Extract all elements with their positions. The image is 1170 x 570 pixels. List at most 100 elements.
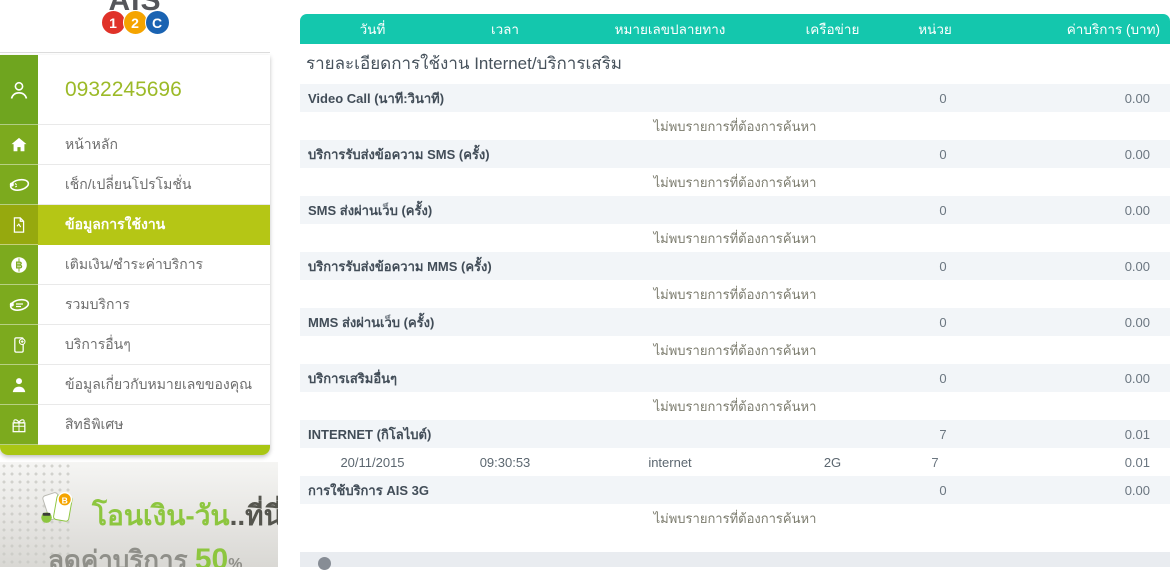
category-row: Video Call (นาที:วินาที) 0 0.00: [300, 84, 1170, 112]
category-label: บริการรับส่งข้อความ MMS (ครั้ง): [308, 258, 492, 274]
category-charge: 0.00: [1124, 258, 1150, 274]
sidebar-item-label: หน้าหลัก: [38, 125, 270, 165]
sidebar-item-usage-info[interactable]: ข้อมูลการใช้งาน: [0, 205, 270, 245]
sidebar-item-label: ข้อมูลการใช้งาน: [38, 205, 270, 245]
category-label: SMS ส่งผ่านเว็บ (ครั้ง): [308, 202, 433, 218]
empty-message-row: ไม่พบรายการที่ต้องการค้นหา: [300, 392, 1170, 420]
col-header-charge: ค่าบริการ (บาท): [1066, 22, 1160, 37]
sidebar-item-home[interactable]: หน้าหลัก: [0, 125, 270, 165]
usage-time: 09:30:53: [479, 454, 531, 470]
section-title: รายละเอียดการใช้งาน Internet/บริการเสริม: [306, 54, 622, 73]
usage-network: 2G: [823, 454, 842, 470]
svg-text:B: B: [62, 495, 68, 505]
category-row: MMS ส่งผ่านเว็บ (ครั้ง) 0 0.00: [300, 308, 1170, 336]
usage-table: วันที่ เวลา หมายเลขปลายทาง เครือข่าย หน่…: [300, 14, 1170, 532]
category-charge: 0.00: [1124, 482, 1150, 498]
sidebar-item-all-services[interactable]: รวมบริการ: [0, 285, 270, 325]
col-header-date: วันที่: [359, 22, 386, 37]
phone-plus-icon: [0, 325, 38, 365]
category-row: บริการรับส่งข้อความ MMS (ครั้ง) 0 0.00: [300, 252, 1170, 280]
category-unit: 0: [939, 202, 947, 218]
empty-message-row: ไม่พบรายการที่ต้องการค้นหา: [300, 112, 1170, 140]
sidebar-item-label: รวมบริการ: [38, 285, 270, 325]
logo: AIS 1 2 C: [0, 0, 270, 53]
sidebar-item-privileges[interactable]: สิทธิพิเศษ: [0, 405, 270, 445]
sidebar-item-topup-payment[interactable]: Bเติมเงิน/ชำระค่าบริการ: [0, 245, 270, 285]
table-body: Video Call (นาที:วินาที) 0 0.00 ไม่พบรายการ…: [300, 84, 1170, 532]
category-label: Video Call (นาที:วินาที): [308, 90, 445, 106]
table-header-row: วันที่ เวลา หมายเลขปลายทาง เครือข่าย หน่…: [300, 14, 1170, 44]
category-unit: 0: [939, 370, 947, 386]
usage-destination: internet: [648, 454, 692, 470]
category-label: บริการเสริมอื่นๆ: [308, 370, 397, 386]
promo-banner[interactable]: B โอนเงิน-วัน..ที่นี่ ลดค่าบริการ 50%: [0, 462, 278, 567]
category-charge: 0.01: [1124, 426, 1150, 442]
user-number-row[interactable]: 0932245696: [0, 55, 270, 125]
banner-subline-text: ลดค่าบริการ: [48, 545, 195, 567]
empty-message-row: ไม่พบรายการที่ต้องการค้นหา: [300, 280, 1170, 308]
usage-detail-row: 20/11/2015 09:30:53 internet 2G 7 0.01: [300, 448, 1170, 476]
empty-message-row: ไม่พบรายการที่ต้องการค้นหา: [300, 336, 1170, 364]
banner-headline: โอนเงิน-วัน..ที่นี่: [92, 494, 278, 538]
usage-date: 20/11/2015: [340, 454, 405, 470]
banner-subline-highlight: 50: [194, 543, 229, 567]
category-unit: 0: [939, 146, 947, 162]
phone-number: 0932245696: [38, 55, 270, 125]
gift-icon: [0, 405, 38, 445]
logo-circle-c: C: [144, 10, 170, 35]
sidebar-item-other-services[interactable]: บริการอื่นๆ: [0, 325, 270, 365]
category-charge: 0.00: [1124, 202, 1150, 218]
category-row: SMS ส่งผ่านเว็บ (ครั้ง) 0 0.00: [300, 196, 1170, 224]
usage-charge: 0.01: [1124, 454, 1150, 470]
category-unit: 0: [939, 90, 947, 106]
sidebar-item-check-promotion[interactable]: เช็ก/เปลี่ยนโปรโมชั่น: [0, 165, 270, 205]
document-icon: [0, 205, 38, 245]
col-header-time: เวลา: [490, 22, 520, 37]
banner-headline-highlight: โอนเงิน-วัน: [92, 500, 230, 531]
category-row: INTERNET (กิโลไบต์) 7 0.01: [300, 420, 1170, 448]
category-unit: 7: [939, 426, 947, 442]
services-icon: [0, 285, 38, 325]
banner-percent-sign: %: [228, 556, 243, 567]
empty-message-row: ไม่พบรายการที่ต้องการค้นหา: [300, 224, 1170, 252]
banner-headline-rest: ..ที่นี่: [229, 500, 278, 531]
sidebar-menu: หน้าหลัก เช็ก/เปลี่ยนโปรโมชั่น ข้อมูลการใช…: [0, 125, 270, 445]
person-icon: [0, 365, 38, 405]
sidebar-item-label: เช็ก/เปลี่ยนโปรโมชั่น: [38, 165, 270, 205]
footer-bullet-icon: [318, 557, 331, 570]
promotion-icon: [0, 165, 38, 205]
sidebar-menu-card: 0932245696 หน้าหลัก เช็ก/เปลี่ยนโปรโมชั่น…: [0, 55, 270, 455]
menu-bottom-bar: [0, 445, 270, 455]
sidebar-item-number-info[interactable]: ข้อมูลเกี่ยวกับหมายเลขของคุณ: [0, 365, 270, 405]
col-header-destination: หมายเลขปลายทาง: [614, 22, 726, 37]
footer-band: [300, 552, 1170, 570]
money-transfer-icon: B: [36, 486, 82, 537]
category-charge: 0.00: [1124, 90, 1150, 106]
sidebar-item-label: ข้อมูลเกี่ยวกับหมายเลขของคุณ: [38, 365, 270, 405]
empty-message-row: ไม่พบรายการที่ต้องการค้นหา: [300, 168, 1170, 196]
logo-circle-2: 2: [122, 10, 148, 35]
category-label: MMS ส่งผ่านเว็บ (ครั้ง): [308, 314, 435, 330]
logo-circle-1: 1: [100, 10, 126, 35]
col-header-network: เครือข่าย: [805, 22, 860, 37]
sidebar-item-label: สิทธิพิเศษ: [38, 405, 270, 445]
person-outline-icon: [0, 55, 38, 125]
usage-unit: 7: [931, 454, 939, 470]
category-charge: 0.00: [1124, 146, 1150, 162]
category-charge: 0.00: [1124, 314, 1150, 330]
empty-message-row: ไม่พบรายการที่ต้องการค้นหา: [300, 504, 1170, 532]
category-unit: 0: [939, 258, 947, 274]
category-unit: 0: [939, 482, 947, 498]
category-row: การใช้บริการ AIS 3G 0 0.00: [300, 476, 1170, 504]
category-row: บริการรับส่งข้อความ SMS (ครั้ง) 0 0.00: [300, 140, 1170, 168]
sidebar-item-label: เติมเงิน/ชำระค่าบริการ: [38, 245, 270, 285]
category-label: การใช้บริการ AIS 3G: [308, 482, 429, 498]
category-unit: 0: [939, 314, 947, 330]
one-two-call-logo: 1 2 C: [0, 10, 270, 35]
banner-subline: ลดค่าบริการ 50%: [48, 540, 242, 567]
home-icon: [0, 125, 38, 165]
baht-coin-icon: B: [0, 245, 38, 285]
category-label: INTERNET (กิโลไบต์): [308, 426, 432, 442]
category-label: บริการรับส่งข้อความ SMS (ครั้ง): [308, 146, 490, 162]
sidebar: AIS 1 2 C 0932245696 หน้าหลัก เช็ก/เปลี่ย…: [0, 0, 278, 567]
